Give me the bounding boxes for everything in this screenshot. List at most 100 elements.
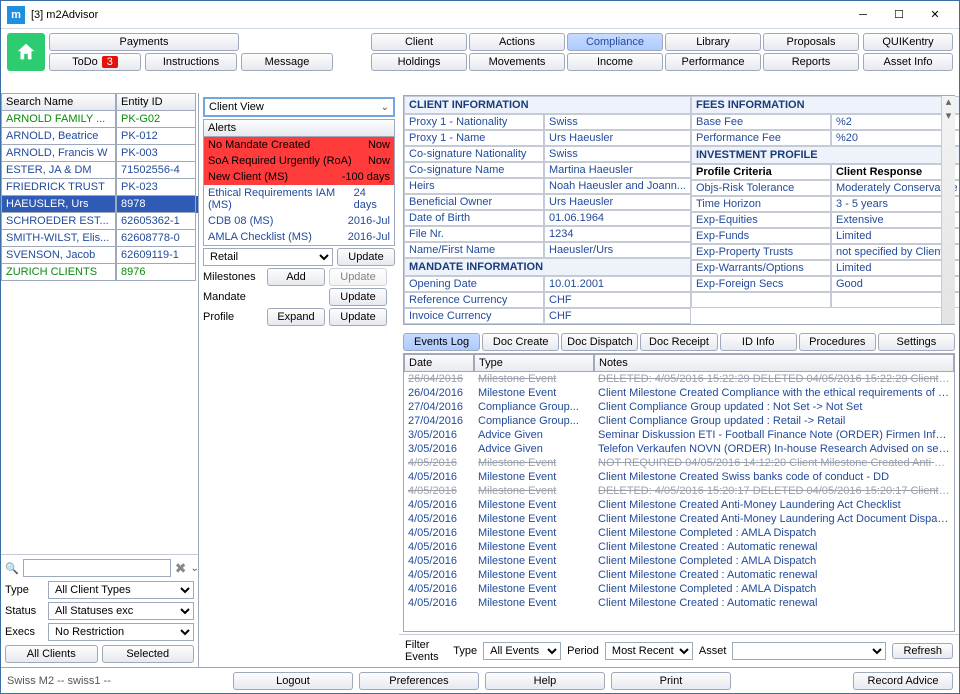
event-row[interactable]: 4/05/2016Milestone EventClient Milestone… [404, 554, 954, 568]
client-row[interactable]: SMITH-WILST, Elis...62608778-0 [1, 230, 198, 247]
alert-row[interactable]: Ethical Requirements IAM (MS)24 days [204, 185, 394, 213]
event-row[interactable]: 4/05/2016Milestone EventClient Milestone… [404, 596, 954, 610]
client-row[interactable]: SCHROEDER EST...62605362-1 [1, 213, 198, 230]
profile-update-button[interactable]: Update [329, 308, 387, 326]
home-icon[interactable] [7, 33, 45, 71]
event-row[interactable]: 4/05/2016Milestone EventClient Milestone… [404, 582, 954, 596]
client-row[interactable]: HAEUSLER, Urs8978 [1, 196, 198, 213]
event-row[interactable]: 3/05/2016Advice GivenSeminar Diskussion … [404, 428, 954, 442]
event-row[interactable]: 4/05/2016Milestone EventNOT REQUIRED 04/… [404, 456, 954, 470]
fees-info-header: FEES INFORMATION [691, 96, 959, 114]
tab-income[interactable]: Income [567, 53, 663, 71]
search-input[interactable] [23, 559, 171, 577]
client-view-select[interactable]: Client View⌄ [203, 97, 395, 117]
subtab-procedures[interactable]: Procedures [799, 333, 876, 351]
payments-button[interactable]: Payments [49, 33, 239, 51]
mandate-update-button[interactable]: Update [329, 288, 387, 306]
message-button[interactable]: Message [241, 53, 333, 71]
alert-row[interactable]: AMLA Checklist (MS)2016-Jul [204, 229, 394, 245]
client-row[interactable]: FRIEDRICK TRUSTPK-023 [1, 179, 198, 196]
client-row[interactable]: ESTER, JA & DM71502556-4 [1, 162, 198, 179]
quikentry-button[interactable]: QUIKentry [863, 33, 953, 51]
event-row[interactable]: 26/04/2016Milestone EventClient Mileston… [404, 386, 954, 400]
refresh-button[interactable]: Refresh [892, 643, 953, 659]
event-row[interactable]: 27/04/2016Compliance Group...Client Comp… [404, 414, 954, 428]
clear-search-icon[interactable]: ✖ [175, 560, 187, 577]
search-icon[interactable]: 🔍 [5, 562, 19, 575]
retail-select[interactable]: Retail [203, 248, 333, 266]
event-row[interactable]: 4/05/2016Milestone EventClient Milestone… [404, 512, 954, 526]
event-row[interactable]: 4/05/2016Milestone EventClient Milestone… [404, 526, 954, 540]
tab-client[interactable]: Client [371, 33, 467, 51]
event-row[interactable]: 4/05/2016Milestone EventClient Milestone… [404, 498, 954, 512]
event-row[interactable]: 4/05/2016Milestone EventClient Milestone… [404, 568, 954, 582]
logout-button[interactable]: Logout [233, 672, 353, 690]
subtab-settings[interactable]: Settings [878, 333, 955, 351]
event-row[interactable]: 4/05/2016Milestone EventClient Milestone… [404, 540, 954, 554]
record-advice-button[interactable]: Record Advice [853, 672, 953, 690]
client-row[interactable]: SVENSON, Jacob62609119-1 [1, 247, 198, 264]
event-row[interactable]: 27/04/2016Compliance Group...Client Comp… [404, 400, 954, 414]
close-button[interactable]: ✕ [917, 3, 953, 27]
col-search-name[interactable]: Search Name [1, 93, 116, 111]
info-row: Reference CurrencyCHF [404, 292, 691, 308]
col-notes[interactable]: Notes [594, 354, 954, 372]
filter-asset-select[interactable] [732, 642, 886, 660]
events-list[interactable]: 26/04/2016Milestone EventDELETED: 4/05/2… [404, 372, 954, 631]
maximize-button[interactable]: ☐ [881, 3, 917, 27]
col-entity-id[interactable]: Entity ID [116, 93, 196, 111]
alert-row[interactable]: CDB 08 (MS)2016-Jul [204, 213, 394, 229]
tab-holdings[interactable]: Holdings [371, 53, 467, 71]
subtab-id-info[interactable]: ID Info [720, 333, 797, 351]
alert-row[interactable]: No Mandate CreatedNow [204, 137, 394, 153]
tab-reports[interactable]: Reports [763, 53, 859, 71]
selected-tab[interactable]: Selected [102, 645, 195, 663]
status-select[interactable]: All Statuses exc [48, 602, 194, 620]
preferences-button[interactable]: Preferences [359, 672, 479, 690]
event-row[interactable]: 4/05/2016Milestone EventClient Milestone… [404, 470, 954, 484]
subtab-events-log[interactable]: Events Log [403, 333, 480, 351]
instructions-button[interactable]: Instructions [145, 53, 237, 71]
tab-actions[interactable]: Actions [469, 33, 565, 51]
profile-criteria-header: Profile Criteria [691, 164, 831, 180]
filter-period-label: Period [567, 645, 599, 657]
print-button[interactable]: Print [611, 672, 731, 690]
titlebar: m [3] m2Advisor ─ ☐ ✕ [1, 1, 959, 29]
chevron-down-icon[interactable]: ⌄ [190, 563, 198, 574]
subtab-doc-dispatch[interactable]: Doc Dispatch [561, 333, 638, 351]
retail-update-button[interactable]: Update [337, 248, 395, 266]
info-scrollbar[interactable]: ▴▾ [941, 96, 955, 324]
subtab-doc-receipt[interactable]: Doc Receipt [640, 333, 717, 351]
milestones-add-button[interactable]: Add [267, 268, 325, 286]
event-row[interactable]: 4/05/2016Milestone EventDELETED: 4/05/20… [404, 484, 954, 498]
client-row[interactable]: ARNOLD, BeatricePK-012 [1, 128, 198, 145]
minimize-button[interactable]: ─ [845, 3, 881, 27]
type-select[interactable]: All Client Types [48, 581, 194, 599]
filter-bar: Filter Events Type All Events Period Mos… [399, 634, 959, 667]
col-date[interactable]: Date [404, 354, 474, 372]
alert-row[interactable]: New Client (MS)-100 days [204, 169, 394, 185]
filter-period-select[interactable]: Most Recent [605, 642, 693, 660]
tab-library[interactable]: Library [665, 33, 761, 51]
filter-type-select[interactable]: All Events [483, 642, 561, 660]
info-tables: CLIENT INFORMATION Proxy 1 - Nationality… [403, 95, 955, 325]
tab-movements[interactable]: Movements [469, 53, 565, 71]
tab-compliance[interactable]: Compliance [567, 33, 663, 51]
col-type[interactable]: Type [474, 354, 594, 372]
client-row[interactable]: ARNOLD FAMILY ...PK-G02 [1, 111, 198, 128]
alert-row[interactable]: SoA Required Urgently (RoA)Now [204, 153, 394, 169]
event-row[interactable]: 3/05/2016Advice GivenTelefon Verkaufen N… [404, 442, 954, 456]
all-clients-tab[interactable]: All Clients [5, 645, 98, 663]
profile-expand-button[interactable]: Expand [267, 308, 325, 326]
tab-performance[interactable]: Performance [665, 53, 761, 71]
asset-info-button[interactable]: Asset Info [863, 53, 953, 71]
subtab-doc-create[interactable]: Doc Create [482, 333, 559, 351]
filter-type-label: Type [453, 645, 477, 657]
help-button[interactable]: Help [485, 672, 605, 690]
client-row[interactable]: ZURICH CLIENTS8976 [1, 264, 198, 281]
execs-select[interactable]: No Restriction [48, 623, 194, 641]
tab-proposals[interactable]: Proposals [763, 33, 859, 51]
event-row[interactable]: 26/04/2016Milestone EventDELETED: 4/05/2… [404, 372, 954, 386]
client-row[interactable]: ARNOLD, Francis WPK-003 [1, 145, 198, 162]
todo-button[interactable]: ToDo3 [49, 53, 141, 71]
